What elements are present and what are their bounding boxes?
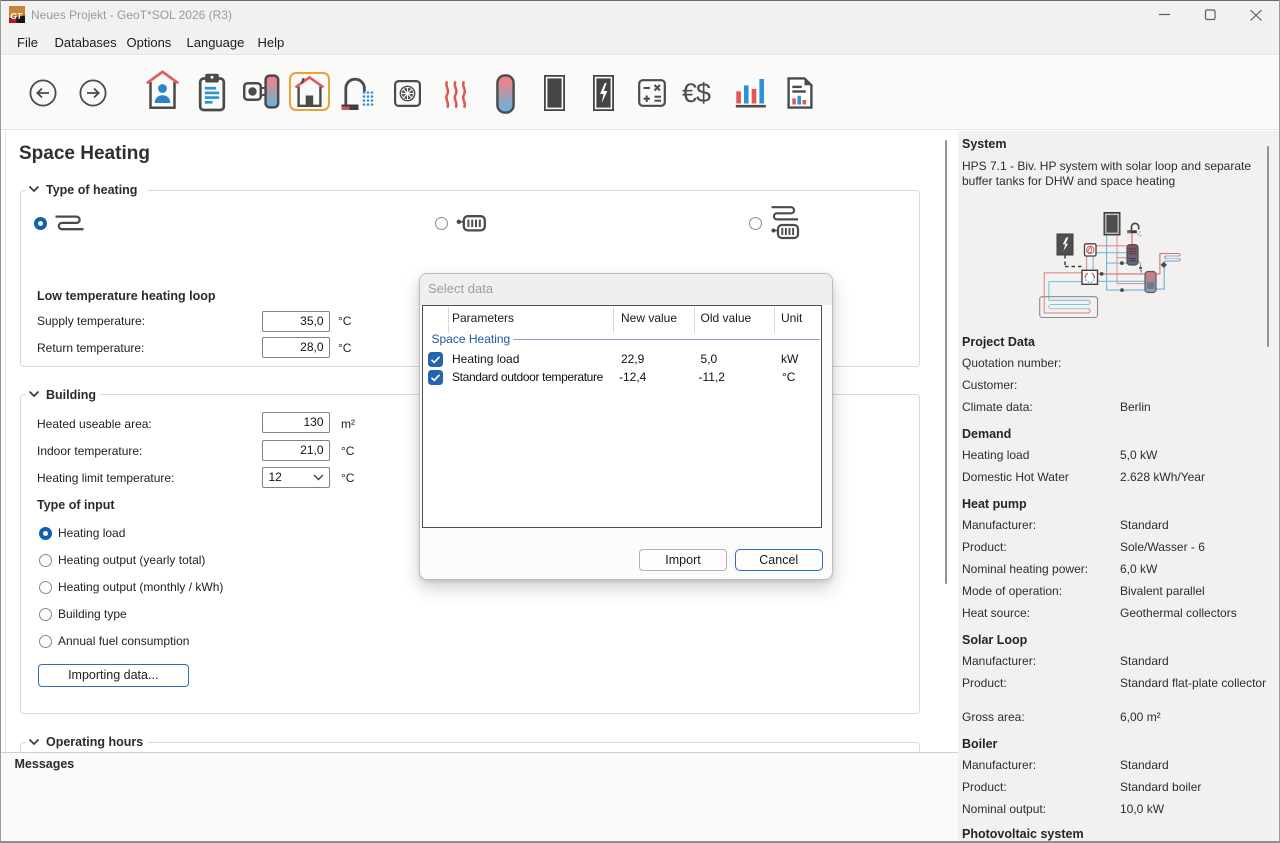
svg-text:GT: GT [10, 11, 23, 21]
